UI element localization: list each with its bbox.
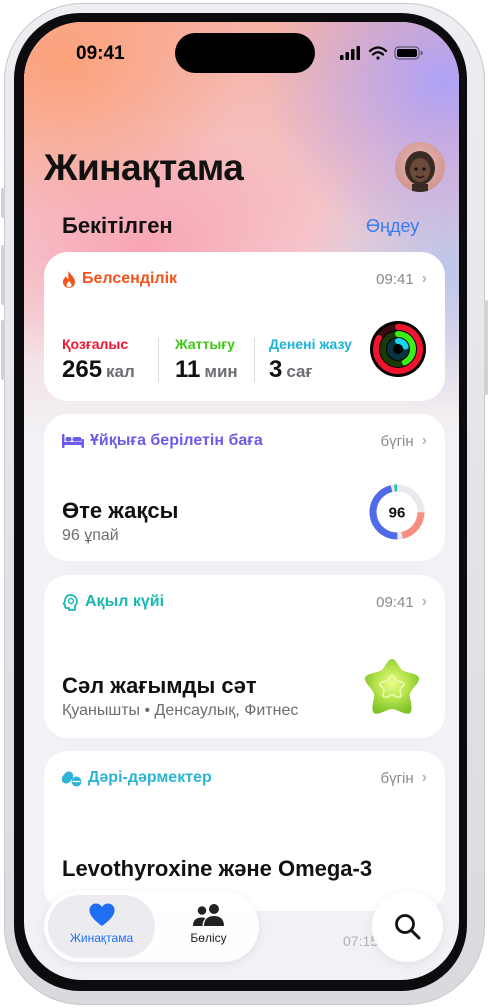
- memoji-avatar-icon: [405, 151, 435, 192]
- power-button: [484, 300, 488, 395]
- edit-button[interactable]: Өңдеу: [366, 216, 419, 237]
- sleep-time: бүгін: [380, 432, 414, 450]
- mind-time: 09:41: [376, 593, 414, 611]
- people-icon: [192, 904, 224, 926]
- head-profile-icon: [62, 593, 78, 611]
- tab-sharing-label: Бөлісу: [190, 931, 227, 945]
- meds-card-header: Дәрі-дәрмектер: [62, 769, 212, 787]
- sleep-score-ring-icon: 96: [369, 484, 425, 540]
- chevron-right-icon: ›: [421, 432, 427, 449]
- divider: [254, 338, 255, 382]
- status-time: 09:41: [76, 43, 125, 64]
- move-value-row: 265 кал: [62, 356, 135, 384]
- tab-summary[interactable]: Жинақтама: [48, 903, 155, 945]
- sleep-card-header: Ұйқыға берілетін баға: [62, 432, 263, 450]
- sleep-score-value: 96: [389, 505, 406, 522]
- wifi-icon: [368, 46, 388, 60]
- divider: [158, 338, 159, 382]
- state-of-mind-card[interactable]: Ақыл күйі 09:41 › Сәл жағымды сәт Қуаныш…: [44, 575, 445, 738]
- flame-icon: [63, 270, 75, 288]
- meds-meta: бүгін ›: [380, 769, 427, 787]
- move-label: Қозғалыс: [62, 336, 129, 352]
- search-button[interactable]: [372, 891, 443, 962]
- stand-value-row: 3 сағ: [269, 356, 352, 384]
- dynamic-island: [175, 33, 315, 73]
- sleep-title: Ұйқыға берілетін баға: [90, 432, 263, 449]
- chevron-right-icon: ›: [421, 593, 427, 610]
- heart-icon: [88, 903, 115, 926]
- mind-card-header: Ақыл күйі: [62, 593, 164, 611]
- mood-shape-icon: [364, 659, 420, 714]
- mind-details: Қуанышты • Денсаулық, Фитнес: [62, 702, 299, 719]
- volume-down-button: [1, 320, 5, 380]
- search-icon: [395, 914, 421, 940]
- activity-card[interactable]: Белсенділік 09:41 › Қозғалыс 265 кал Жатт…: [44, 252, 445, 401]
- exercise-value-row: 11 мин: [175, 356, 238, 384]
- chevron-right-icon: ›: [421, 769, 427, 786]
- cellular-signal-icon: [340, 46, 360, 60]
- sleep-points: 96 ұпай: [62, 527, 119, 544]
- activity-title: Белсенділік: [82, 270, 178, 287]
- mind-meta: 09:41 ›: [376, 593, 427, 611]
- exercise-value: 11: [175, 356, 201, 383]
- meds-title: Дәрі-дәрмектер: [88, 769, 212, 786]
- pinned-section-title: Бекітілген: [62, 213, 173, 238]
- move-unit: кал: [106, 362, 135, 381]
- mind-state: Сәл жағымды сәт: [62, 673, 257, 698]
- activity-meta: 09:41 ›: [376, 270, 427, 288]
- stand-metric: Денені жазу 3 сағ: [269, 336, 352, 384]
- exercise-label: Жаттығу: [175, 336, 235, 352]
- bed-icon: [62, 434, 84, 448]
- activity-card-header: Белсенділік: [62, 270, 177, 288]
- meds-time: бүгін: [380, 769, 414, 787]
- exercise-unit: мин: [204, 362, 238, 381]
- mind-title: Ақыл күйі: [85, 593, 165, 610]
- activity-rings-icon: [370, 321, 426, 377]
- stand-label: Денені жазу: [269, 336, 352, 352]
- chevron-right-icon: ›: [421, 270, 427, 287]
- tab-sharing[interactable]: Бөлісу: [155, 903, 262, 945]
- battery-icon: [394, 46, 423, 60]
- side-button: [1, 188, 5, 218]
- tab-summary-label: Жинақтама: [69, 931, 134, 945]
- volume-up-button: [1, 245, 5, 305]
- meds-names: Levothyroxine және Omega-3: [62, 856, 373, 881]
- sleep-meta: бүгін ›: [380, 432, 427, 450]
- activity-time: 09:41: [376, 270, 414, 288]
- sleep-rating: Өте жақсы: [62, 498, 179, 523]
- move-value: 265: [62, 356, 103, 383]
- stand-value: 3: [269, 356, 283, 383]
- pills-icon: [62, 770, 82, 786]
- move-metric: Қозғалыс 265 кал: [62, 336, 135, 384]
- medications-card[interactable]: Дәрі-дәрмектер бүгін › Levothyroxine жән…: [44, 751, 445, 911]
- profile-avatar[interactable]: [395, 142, 445, 192]
- status-icons: [340, 46, 423, 60]
- page-title: Жинақтама: [44, 147, 244, 188]
- sleep-score-card[interactable]: Ұйқыға берілетін баға бүгін › Өте жақсы …: [44, 414, 445, 561]
- tab-bar: Жинақтама Бөлісу: [44, 891, 259, 962]
- exercise-metric: Жаттығу 11 мин: [175, 336, 238, 384]
- stand-unit: сағ: [286, 362, 313, 381]
- screen: 09:41 Жинақтама Бекітілген Өңдеу Белсенд…: [24, 22, 459, 980]
